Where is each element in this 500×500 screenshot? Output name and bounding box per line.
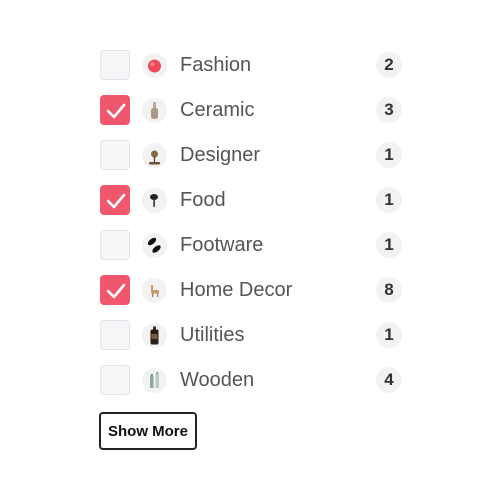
filter-row-home-decor[interactable]: Home Decor 8 — [100, 275, 402, 305]
filter-row-food[interactable]: Food 1 — [100, 185, 402, 215]
home-decor-llama-icon — [142, 278, 167, 303]
check-icon — [106, 283, 126, 299]
filter-row-footware[interactable]: Footware 1 — [100, 230, 402, 260]
filter-row-wooden[interactable]: Wooden 4 — [100, 365, 402, 395]
filter-count-badge: 3 — [376, 97, 402, 123]
checkbox-food[interactable] — [100, 185, 130, 215]
category-filter-list: Fashion 2 Ceramic 3 Designer 1 Food 1 Fo… — [100, 50, 402, 410]
footware-shoes-icon — [142, 233, 167, 258]
checkbox-utilities[interactable] — [100, 320, 130, 350]
filter-row-designer[interactable]: Designer 1 — [100, 140, 402, 170]
filter-label: Food — [180, 189, 226, 211]
checkbox-home-decor[interactable] — [100, 275, 130, 305]
filter-label: Footware — [180, 234, 264, 256]
filter-label: Wooden — [180, 369, 255, 391]
fashion-red-ball-icon — [142, 53, 167, 78]
utilities-bottle-icon — [142, 323, 167, 348]
checkbox-footware[interactable] — [100, 230, 130, 260]
filter-count-badge: 4 — [376, 367, 402, 393]
show-more-button[interactable]: Show More — [99, 412, 197, 450]
filter-label: Designer — [180, 144, 261, 166]
filter-count-badge: 2 — [376, 52, 402, 78]
checkbox-designer[interactable] — [100, 140, 130, 170]
filter-row-fashion[interactable]: Fashion 2 — [100, 50, 402, 80]
check-icon — [106, 193, 126, 209]
wooden-bottles-icon — [142, 368, 167, 393]
filter-count-badge: 1 — [376, 142, 402, 168]
filter-label: Utilities — [180, 324, 245, 346]
checkbox-wooden[interactable] — [100, 365, 130, 395]
check-icon — [106, 103, 126, 119]
ceramic-vase-icon — [142, 98, 167, 123]
checkbox-fashion[interactable] — [100, 50, 130, 80]
filter-count-badge: 1 — [376, 322, 402, 348]
filter-label: Home Decor — [180, 279, 293, 301]
filter-label: Ceramic — [180, 99, 255, 121]
filter-row-utilities[interactable]: Utilities 1 — [100, 320, 402, 350]
filter-count-badge: 1 — [376, 232, 402, 258]
filter-count-badge: 1 — [376, 187, 402, 213]
food-spoon-icon — [142, 188, 167, 213]
filter-label: Fashion — [180, 54, 252, 76]
designer-lamp-icon — [142, 143, 167, 168]
filter-count-badge: 8 — [376, 277, 402, 303]
filter-row-ceramic[interactable]: Ceramic 3 — [100, 95, 402, 125]
checkbox-ceramic[interactable] — [100, 95, 130, 125]
